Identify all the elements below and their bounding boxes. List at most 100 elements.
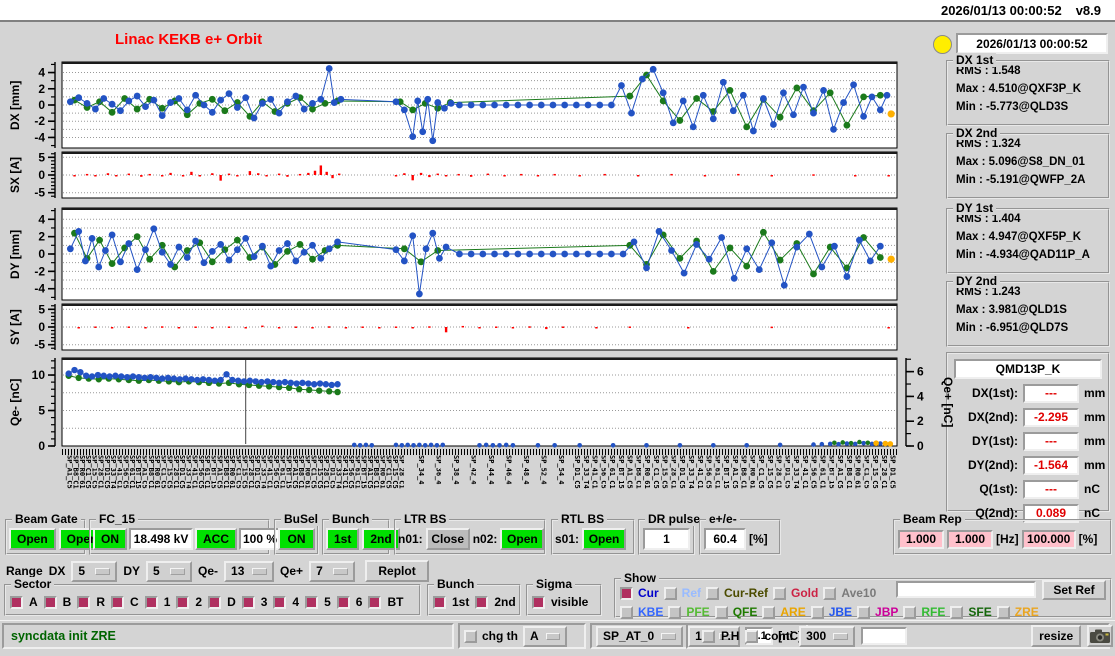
show-checkbox-JBE[interactable] — [810, 605, 824, 619]
extra-input[interactable] — [861, 627, 908, 645]
screenshot-button[interactable] — [1087, 625, 1114, 647]
resize-button[interactable]: resize — [1031, 625, 1082, 647]
svg-text:-2: -2 — [34, 114, 45, 128]
beam-rep-hz-unit: [Hz] — [996, 532, 1019, 546]
ylabel-sx: SX [A] — [8, 157, 22, 193]
sp-select[interactable]: SP_AT_0 — [596, 625, 684, 647]
show-checkbox-SFE[interactable] — [950, 605, 964, 619]
ltr-n02-button[interactable]: Open — [500, 528, 545, 550]
fc15-kv-field[interactable]: 18.498 kV — [129, 528, 193, 550]
replot-button[interactable]: Replot — [365, 560, 430, 582]
acquisition-timestamp: 2026/01/13 00:00:52 — [956, 33, 1108, 54]
chg-th-checkbox[interactable] — [464, 629, 477, 643]
set-ref-button[interactable]: Set Ref — [1042, 580, 1106, 600]
chg-th-panel: chg th A — [458, 623, 586, 649]
sector-checkbox-R[interactable] — [77, 595, 91, 609]
show-checkbox-QFE[interactable] — [714, 605, 728, 619]
bpm-name-label: SP_41_C1 — [590, 455, 598, 489]
ltr-n01-button[interactable]: Close — [425, 528, 470, 550]
sector-label: B — [62, 595, 72, 609]
sector-checkbox-5[interactable] — [305, 595, 319, 609]
range-dy-select[interactable]: 5 — [146, 560, 193, 582]
rtl-s01-button[interactable]: Open — [582, 528, 627, 550]
stats-group-title: DY 1st — [953, 201, 997, 215]
ph-checkbox[interactable] — [702, 629, 715, 643]
stats-dy1st-panel: DY 1st RMS : 1.404 Max : 4.947@QXF5P_K M… — [946, 201, 1110, 274]
sector-checkbox-6[interactable] — [336, 595, 350, 609]
bpm-name-label: SP_R0_61 — [748, 455, 756, 489]
sector-checkbox-B[interactable] — [43, 595, 57, 609]
conti-checkbox[interactable] — [745, 629, 759, 643]
show-checkbox-JBP[interactable] — [857, 605, 871, 619]
sector-checkbox-A[interactable] — [10, 595, 23, 609]
sector-checkbox-2[interactable] — [176, 595, 190, 609]
show-checkbox-PFE[interactable] — [668, 605, 682, 619]
status-lamp-icon — [933, 35, 952, 54]
show-checkbox-Cur[interactable] — [620, 586, 633, 600]
bpm-name-label: SP_B8_C1 — [634, 455, 642, 489]
sigma-checkbox-visible[interactable] — [532, 595, 545, 609]
svg-text:6: 6 — [917, 365, 924, 379]
points-value: 300 — [806, 629, 827, 643]
sector-checkbox-3[interactable] — [241, 595, 255, 609]
sp-value: SP_AT_0 — [603, 629, 655, 643]
sector-checkbox-C[interactable] — [111, 595, 125, 609]
rtl-bs-group: RTL BS s01: Open — [551, 512, 635, 555]
fc15-title: FC_15 — [96, 512, 139, 526]
rtl-s01-label: s01: — [555, 532, 580, 546]
bpm-name-label: SP_56_C5 — [809, 455, 817, 489]
ph-label: P.H — [721, 629, 740, 643]
show-checkbox-ARE[interactable] — [762, 605, 776, 619]
range-dx-select[interactable]: 5 — [71, 560, 118, 582]
bpm-name-label: SP_48_4 — [522, 455, 530, 485]
th-mode-select[interactable]: A — [523, 625, 567, 647]
busel-on-button[interactable]: ON — [278, 528, 315, 550]
max-label: Max : — [956, 83, 986, 95]
svg-text:-2: -2 — [34, 264, 45, 278]
option-menu-icon — [545, 632, 560, 640]
top-timestamp: 2026/01/13 00:00:52 — [940, 2, 1062, 18]
range-qem-select[interactable]: 13 — [224, 560, 275, 582]
show-checkbox-Ref[interactable] — [663, 586, 677, 600]
max-value: 5.096@S8_DN_01 — [988, 156, 1085, 168]
monitor-row-value: -2.295 — [1023, 407, 1079, 427]
show-checkbox-Ave10[interactable] — [823, 586, 837, 600]
bunch-1st-button[interactable]: 1st — [326, 528, 360, 550]
bunch-checkbox-1st[interactable] — [433, 595, 446, 609]
bpm-name-label: SP_BT_15 — [722, 455, 730, 489]
show-checkbox-RFE[interactable] — [903, 605, 917, 619]
svg-text:2: 2 — [917, 414, 924, 428]
monitor-row-value: --- — [1023, 479, 1079, 499]
chart-sx: 5 0 -5 — [34, 150, 898, 200]
option-menu-icon — [252, 567, 268, 575]
svg-text:-4: -4 — [34, 130, 45, 144]
show-checkbox-Gold[interactable] — [773, 586, 787, 600]
dr-pulse-field[interactable]: 1 — [643, 528, 690, 550]
bunch-group: Bunch 1st 2nd — [322, 512, 400, 555]
ref-file-input[interactable] — [896, 581, 1036, 598]
fc15-on-button[interactable]: ON — [93, 528, 127, 550]
range-qep-select[interactable]: 7 — [309, 560, 356, 582]
bunch-checkbox-2nd[interactable] — [475, 595, 489, 609]
show-checkbox-KBE[interactable] — [620, 605, 633, 619]
show-checkbox-Cur-Ref[interactable] — [706, 586, 720, 600]
svg-text:10: 10 — [32, 368, 46, 382]
sector-checkbox-D[interactable] — [208, 595, 222, 609]
monitor-panel: QMD13P_K DX(1st): --- mm DX(2nd): -2.295 mm … — [946, 352, 1110, 523]
show-checkbox-ZRE[interactable] — [996, 605, 1010, 619]
beam-gate-1-button[interactable]: Open — [9, 528, 56, 550]
status-message: syncdata init ZRE — [2, 623, 454, 649]
option-menu-icon — [661, 632, 677, 640]
range-qep-label: Qe+ — [280, 564, 304, 578]
min-value: -4.934@QAD11P_A — [986, 249, 1090, 261]
ylabel-dy: DY [mm] — [8, 229, 22, 279]
fc15-acc-button[interactable]: ACC — [195, 528, 237, 550]
camera-icon — [1090, 629, 1111, 643]
sector-checkbox-1[interactable] — [144, 595, 158, 609]
sector-checkbox-4[interactable] — [273, 595, 287, 609]
sector-checkbox-BT[interactable] — [368, 595, 382, 609]
show-label: Ave10 — [841, 586, 877, 600]
points-select[interactable]: 300 — [799, 625, 856, 647]
orbit-app-window: 2026/01/13 00:00:52 v8.9 Linac KEKB e+ O… — [0, 0, 1115, 656]
eratio-field[interactable]: 60.4 — [704, 528, 746, 550]
